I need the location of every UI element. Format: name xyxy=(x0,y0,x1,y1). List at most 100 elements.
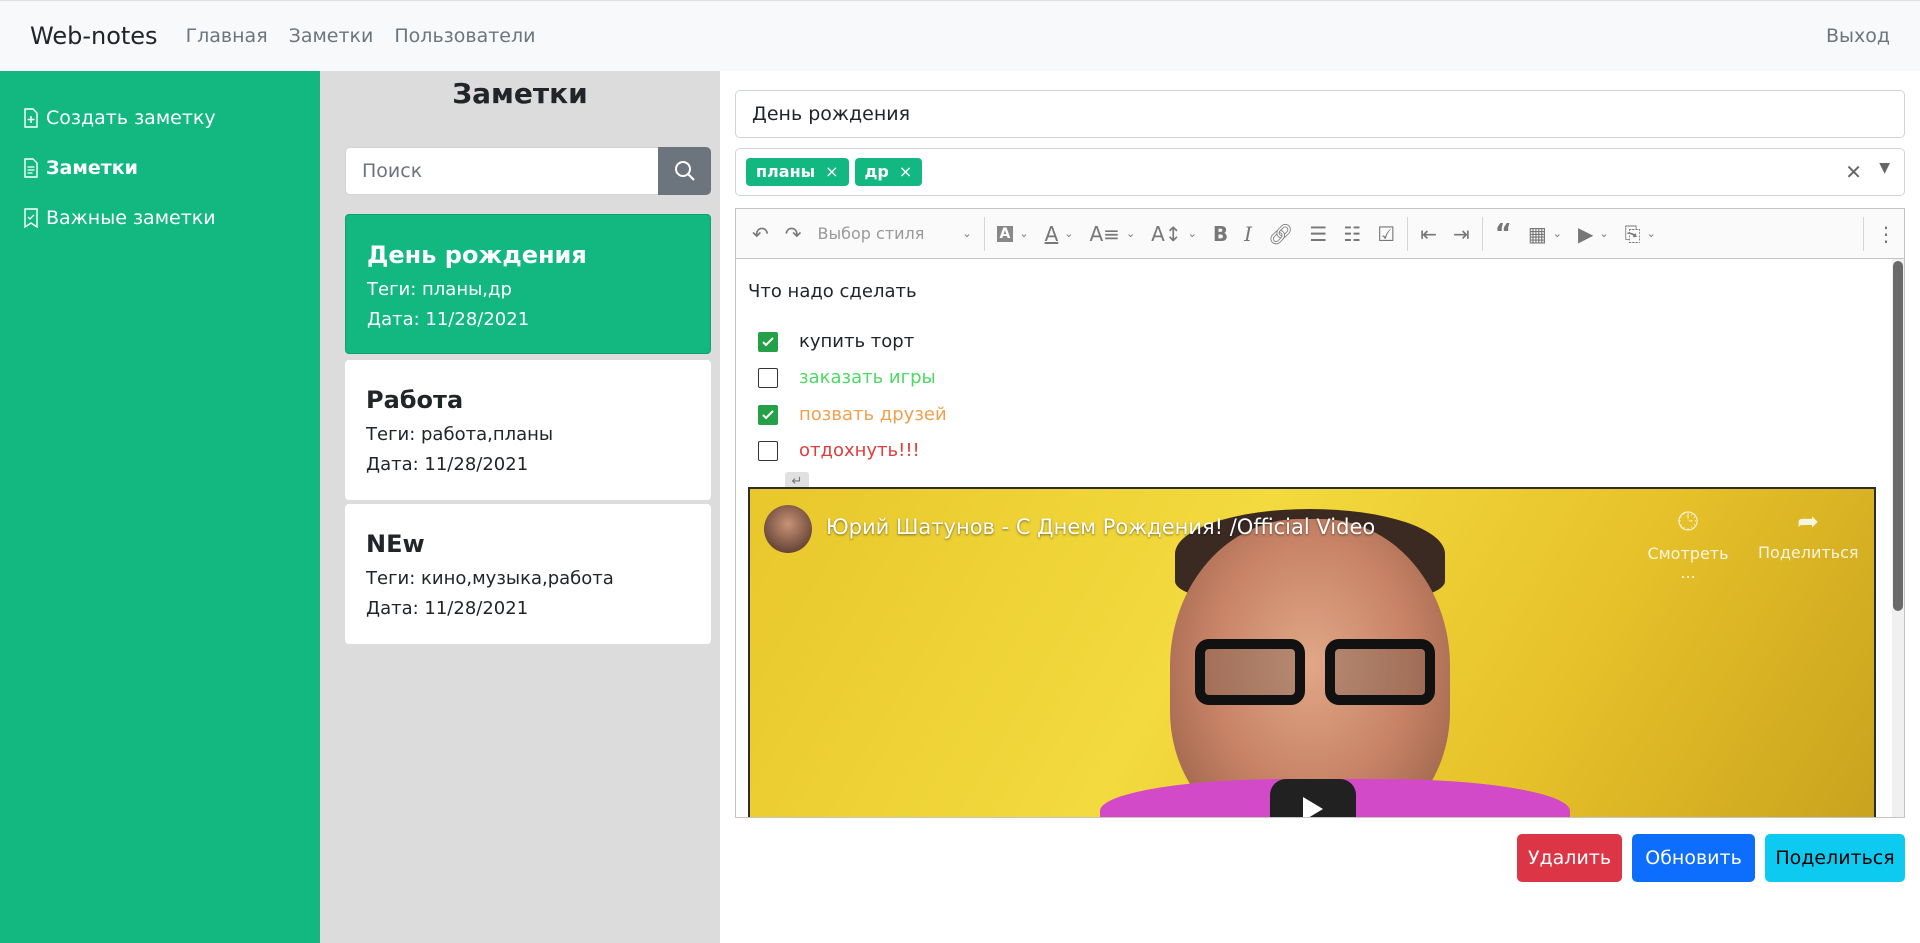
tag-remove-icon[interactable]: × xyxy=(899,158,912,186)
tag-chip: планы × xyxy=(746,158,849,186)
chevron-down-icon: ⌄ xyxy=(1646,227,1656,240)
todo-item[interactable]: позвать друзей xyxy=(758,404,947,425)
share-arrow-icon: ➦ xyxy=(1797,507,1819,537)
chevron-down-icon: ⌄ xyxy=(1599,227,1609,240)
delete-button[interactable]: Удалить xyxy=(1517,834,1622,882)
sidebar-item-label: Создать заметку xyxy=(46,107,216,129)
link-button[interactable]: 🔗︎ xyxy=(1260,216,1301,252)
note-card-new[interactable]: NEw Теги: кино,музыка,работа Дата: 11/28… xyxy=(345,504,711,644)
note-card-birthday[interactable]: День рождения Теги: планы,др Дата: 11/28… xyxy=(345,214,711,354)
checkbox-unchecked[interactable] xyxy=(758,367,778,388)
tag-label: планы xyxy=(756,162,816,181)
toolbar-divider xyxy=(1863,216,1864,251)
more-options-button[interactable]: ⋮ xyxy=(1868,216,1904,252)
video-share-button[interactable]: ➦ Поделиться xyxy=(1758,507,1859,562)
search-icon xyxy=(674,161,695,181)
html-embed-icon: ⎘ xyxy=(1624,221,1641,246)
outdent-button[interactable]: ⇤ xyxy=(1412,216,1445,252)
font-family-button[interactable]: A≡ ⌄ xyxy=(1082,216,1144,252)
media-icon: ▶ xyxy=(1577,221,1594,246)
watch-later-button[interactable]: 🕒︎ Смотреть ... xyxy=(1638,507,1738,582)
html-embed-button[interactable]: ⎘ ⌄ xyxy=(1617,216,1664,252)
video-title[interactable]: Юрий Шатунов - С Днем Рождения! /Officia… xyxy=(826,515,1375,539)
note-card-title: День рождения xyxy=(367,241,587,269)
chevron-down-icon: ⌄ xyxy=(1019,227,1029,240)
bold-button[interactable]: B xyxy=(1205,216,1236,252)
note-card-tags: Теги: кино,музыка,работа xyxy=(366,568,614,589)
editor-scrollbar[interactable] xyxy=(1892,259,1904,817)
bulleted-list-button[interactable]: ☰ xyxy=(1301,216,1335,252)
share-button[interactable]: Поделиться xyxy=(1765,834,1905,882)
sidebar-item-create-note[interactable]: Создать заметку xyxy=(0,93,320,143)
checkbox-checked[interactable] xyxy=(758,404,778,425)
indent-button[interactable]: ⇥ xyxy=(1445,216,1478,252)
todo-item[interactable]: купить торт xyxy=(758,331,914,352)
content-heading: Что надо сделать xyxy=(748,281,917,302)
chevron-down-icon: ⌄ xyxy=(1125,227,1136,240)
note-editor: День рождения планы × др × ✕ ▼ ↶ ↷ Выбор… xyxy=(720,71,1920,943)
blockquote-button[interactable]: “ xyxy=(1487,216,1520,252)
search-input[interactable] xyxy=(345,147,658,195)
scrollbar-thumb[interactable] xyxy=(1893,261,1903,611)
font-size-button[interactable]: A↕ ⌄ xyxy=(1143,216,1205,252)
italic-button[interactable]: I xyxy=(1236,216,1260,252)
play-button[interactable] xyxy=(1270,779,1356,817)
checkbox-checked[interactable] xyxy=(758,331,778,352)
nav-link-home[interactable]: Главная xyxy=(186,25,268,47)
note-card-date: Дата: 11/28/2021 xyxy=(366,454,529,475)
todo-text: позвать друзей xyxy=(799,404,947,425)
clear-tags-icon[interactable]: ✕ xyxy=(1845,160,1862,184)
quote-icon: “ xyxy=(1494,218,1512,249)
table-button[interactable]: ▦ ⌄ xyxy=(1520,216,1570,252)
sidebar-item-notes[interactable]: Заметки xyxy=(0,143,320,193)
media-button[interactable]: ▶ ⌄ xyxy=(1570,216,1617,252)
bookmark-icon xyxy=(24,208,38,228)
font-size-icon: A↕ xyxy=(1151,221,1182,246)
undo-icon: ↶ xyxy=(752,221,769,246)
todo-text: отдохнуть!!! xyxy=(799,440,920,461)
bulleted-list-icon: ☰ xyxy=(1309,221,1328,246)
link-icon: 🔗︎ xyxy=(1268,221,1294,246)
sidebar-item-label: Заметки xyxy=(46,157,138,179)
todo-item[interactable]: заказать игры xyxy=(758,367,936,388)
channel-avatar[interactable] xyxy=(764,505,812,553)
style-dropdown-label: Выбор стиля xyxy=(817,224,925,243)
redo-button[interactable]: ↷ xyxy=(777,216,810,252)
video-thumbnail-glasses-left xyxy=(1195,639,1305,705)
note-title-input[interactable]: День рождения xyxy=(735,90,1905,138)
highlight-button[interactable]: A ⌄ xyxy=(989,216,1037,252)
top-navbar: Web-notes Главная Заметки Пользователи В… xyxy=(0,0,1920,71)
note-card-work[interactable]: Работа Теги: работа,планы Дата: 11/28/20… xyxy=(345,360,711,500)
tags-select[interactable]: планы × др × ✕ ▼ xyxy=(735,148,1905,196)
logout-link[interactable]: Выход xyxy=(1826,25,1890,47)
indent-icon: ⇥ xyxy=(1452,221,1470,246)
editor-content[interactable]: Что надо сделать купить торт заказать иг… xyxy=(735,258,1905,818)
nav-link-notes[interactable]: Заметки xyxy=(289,25,374,47)
font-color-button[interactable]: A ⌄ xyxy=(1037,216,1082,252)
nav-link-users[interactable]: Пользователи xyxy=(394,25,535,47)
numbered-list-button[interactable]: ☷ xyxy=(1335,216,1369,252)
brand-logo[interactable]: Web-notes xyxy=(30,22,158,50)
todo-list-button[interactable]: ☑ xyxy=(1369,216,1403,252)
note-card-date: Дата: 11/28/2021 xyxy=(366,598,529,619)
file-plus-icon xyxy=(24,108,38,128)
clock-icon: 🕒︎ xyxy=(1677,507,1699,537)
undo-button[interactable]: ↶ xyxy=(744,216,777,252)
tag-remove-icon[interactable]: × xyxy=(825,158,838,186)
chevron-down-icon[interactable]: ▼ xyxy=(1879,160,1890,176)
bold-icon: B xyxy=(1212,221,1229,246)
sidebar-item-important-notes[interactable]: Важные заметки xyxy=(0,193,320,243)
embedded-video[interactable]: Юрий Шатунов - С Днем Рождения! /Officia… xyxy=(748,487,1876,817)
italic-icon: I xyxy=(1244,221,1252,246)
note-card-title: NEw xyxy=(366,530,425,558)
update-button[interactable]: Обновить xyxy=(1632,834,1755,882)
style-dropdown[interactable]: Выбор стиля ⌄ xyxy=(810,216,980,252)
search-button[interactable] xyxy=(658,147,711,195)
search-group xyxy=(345,147,711,195)
checkbox-unchecked[interactable] xyxy=(758,440,778,461)
todo-item[interactable]: отдохнуть!!! xyxy=(758,440,920,461)
font-family-icon: A≡ xyxy=(1089,221,1120,246)
play-icon xyxy=(1303,797,1323,817)
tag-label: др xyxy=(864,162,889,181)
todo-text: заказать игры xyxy=(799,367,936,388)
